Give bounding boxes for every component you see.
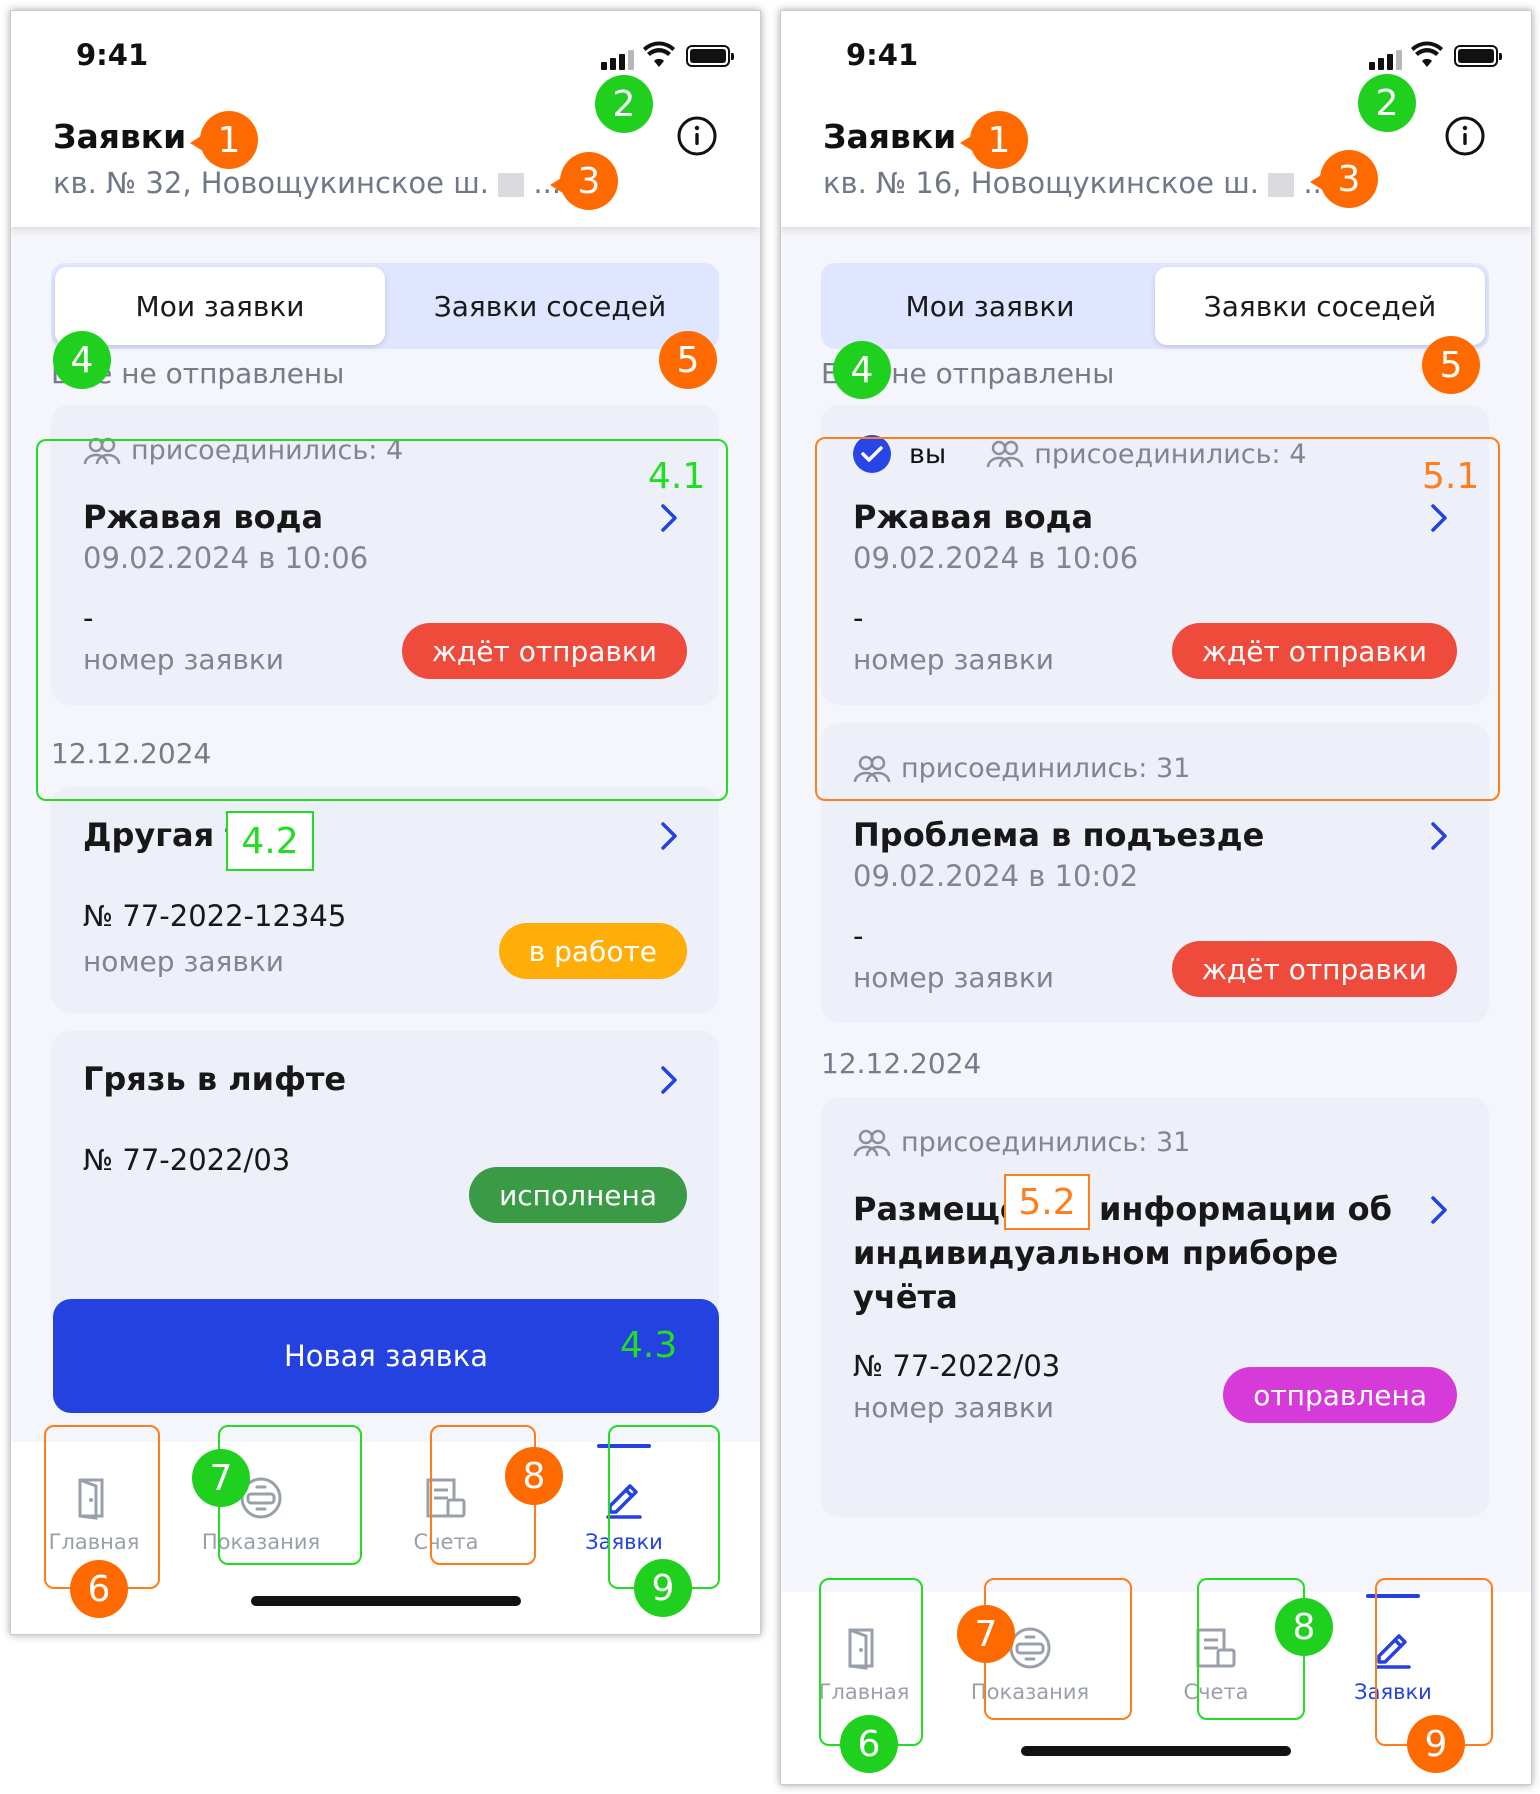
annotation-marker: 3 [560,152,618,210]
annotation-label: 5.1 [1422,456,1480,497]
request-title: Другая тема [83,816,314,854]
request-number: № 77-2022/03 [83,1143,291,1177]
requests-segmented-control: Мои заявки Заявки соседей [821,263,1489,349]
section-date-label: 12.12.2024 [821,1047,982,1080]
annotation-label: 5.2 [1004,1174,1090,1230]
request-number-label: номер заявки [853,1391,1054,1424]
request-number-label: номер заявки [853,961,1054,994]
battery-icon [686,45,734,67]
chevron-right-icon [1431,1196,1447,1224]
annotation-marker: 8 [505,1447,563,1505]
annotation-marker: 2 [595,75,653,133]
requests-segmented-control: Мои заявки Заявки соседей [51,263,719,349]
request-number-label: номер заявки [83,945,284,978]
annotation-marker: 3 [1320,150,1378,208]
annotation-marker: 7 [957,1605,1015,1663]
home-indicator [250,1596,521,1606]
address-subtitle[interactable]: кв. № 16, Новощукинское ш. ... [823,166,1331,200]
annotation-box [815,437,1500,801]
people-icon [853,1129,891,1156]
chevron-right-icon [661,1066,677,1094]
annotation-marker: 6 [70,1560,128,1618]
request-card[interactable]: Другая тема № 77-2022-12345 номер заявки… [51,787,719,1013]
request-card[interactable]: Грязь в лифте № 77-2022/03 исполнена [51,1031,719,1331]
joined-count: присоединились: 31 [901,1127,1191,1158]
request-number: № 77-2022/03 [853,1349,1061,1383]
wifi-icon [1411,41,1443,67]
request-number: - [853,919,864,953]
request-date: 09.02.2024 в 10:02 [853,859,1139,893]
chevron-right-icon [1431,822,1447,850]
phone-screen-my-requests: 9:41 Заявки кв. № 32, Новощукинское ш. .… [10,10,761,1635]
annotation-marker: 9 [634,1559,692,1617]
request-title: Размещение информации об индивидуальном … [853,1190,1392,1316]
page-title: Заявки [823,117,957,156]
annotation-marker: 9 [1407,1715,1465,1773]
signal-icon [601,50,646,70]
tab-neighbors-requests[interactable]: Заявки соседей [1155,267,1485,345]
request-number: № 77-2022-12345 [83,899,347,933]
annotation-marker: 5 [659,331,717,389]
annotation-box [36,439,728,801]
annotation-marker: 4 [833,341,891,399]
annotation-marker: 2 [1358,74,1416,132]
info-icon[interactable] [1444,115,1486,157]
annotation-marker: 1 [970,111,1028,169]
page-title: Заявки [53,117,187,156]
annotation-label: 4.2 [226,811,314,871]
request-title: Проблема в подъезде [853,816,1265,854]
info-icon[interactable] [676,115,718,157]
tab-neighbors-requests[interactable]: Заявки соседей [385,267,715,345]
status-badge: ждёт отправки [1171,941,1457,997]
annotation-label: 4.3 [620,1325,678,1366]
annotation-marker: 5 [1422,336,1480,394]
home-indicator [1021,1746,1291,1756]
status-time: 9:41 [76,38,149,72]
tab-my-requests[interactable]: Мои заявки [825,267,1155,345]
request-title: Грязь в лифте [83,1060,347,1098]
status-time: 9:41 [846,38,919,72]
annotation-marker: 4 [53,331,111,389]
annotation-marker: 8 [1275,1598,1333,1656]
status-badge: исполнена [469,1167,687,1223]
status-badge: в работе [498,923,687,979]
chevron-right-icon [661,822,677,850]
tab-my-requests[interactable]: Мои заявки [55,267,385,345]
signal-icon [1369,50,1414,70]
annotation-marker: 7 [192,1449,250,1507]
wifi-icon [643,41,675,67]
request-card[interactable]: присоединились: 31 Размещение информации… [821,1097,1489,1517]
status-badge: отправлена [1223,1367,1457,1423]
annotation-label: 4.1 [648,456,706,497]
phone-screen-neighbors-requests: 9:41 Заявки кв. № 16, Новощукинское ш. .… [780,10,1532,1785]
address-subtitle[interactable]: кв. № 32, Новощукинское ш. ... [53,166,561,200]
annotation-marker: 1 [200,111,258,169]
header: 9:41 Заявки кв. № 16, Новощукинское ш. .… [781,11,1531,227]
battery-icon [1454,45,1502,67]
annotation-marker: 6 [840,1715,898,1773]
